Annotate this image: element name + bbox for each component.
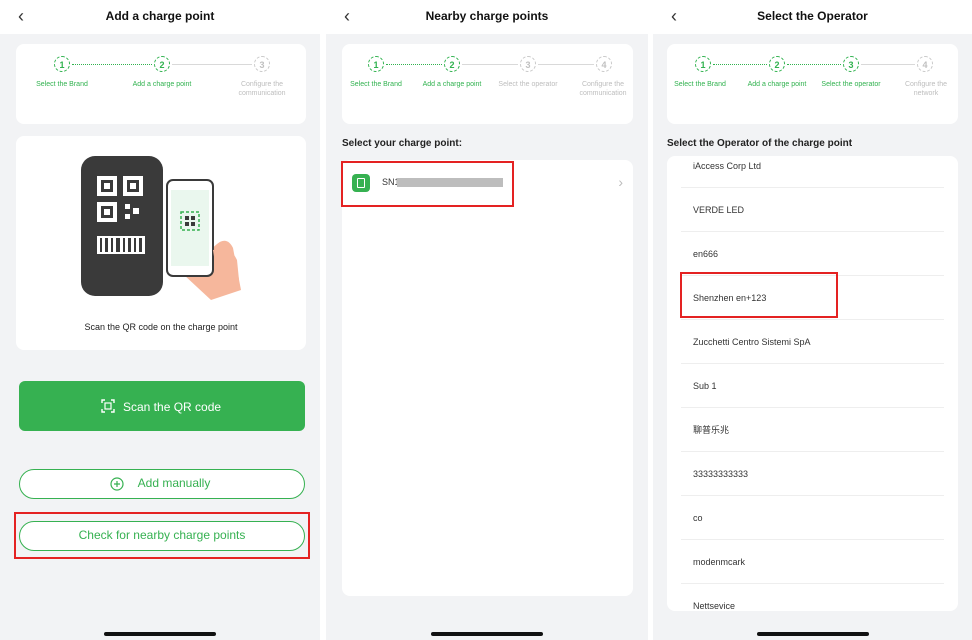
operator-item[interactable]: 聊普乐兆 bbox=[681, 408, 944, 452]
step-3-label: Select the operator bbox=[498, 81, 558, 88]
qr-scan-card: Scan the QR code on the charge point bbox=[16, 136, 306, 350]
step-1-label: Select the Brand bbox=[674, 81, 726, 88]
step-connector bbox=[172, 64, 252, 65]
step-connector bbox=[713, 64, 767, 65]
operator-item[interactable]: Nettsevice bbox=[681, 584, 944, 611]
step-2-label: Add a charge point bbox=[132, 81, 192, 88]
highlight-box bbox=[14, 512, 310, 559]
step-1-label: Select the Brand bbox=[350, 81, 402, 88]
step-1-icon: 1 bbox=[54, 56, 70, 72]
header: ‹ Select the Operator bbox=[653, 0, 972, 34]
home-indicator bbox=[757, 632, 869, 636]
operator-item[interactable]: VERDE LED bbox=[681, 188, 944, 232]
screen-nearby-charge-points: ‹ Nearby charge points 1 2 3 4 Select th… bbox=[326, 0, 648, 640]
header: ‹ Add a charge point bbox=[0, 0, 320, 34]
chevron-right-icon: › bbox=[618, 174, 623, 190]
operator-item[interactable]: co bbox=[681, 496, 944, 540]
back-arrow-icon[interactable]: ‹ bbox=[671, 6, 677, 26]
home-indicator bbox=[431, 632, 543, 636]
plus-circle-icon bbox=[110, 477, 124, 491]
step-indicator: 1 2 3 4 Select the Brand Add a charge po… bbox=[667, 44, 958, 124]
page-title: Select the Operator bbox=[757, 9, 868, 23]
step-4-icon: 4 bbox=[596, 56, 612, 72]
scan-caption: Scan the QR code on the charge point bbox=[84, 322, 238, 332]
operator-item[interactable]: en666 bbox=[681, 232, 944, 276]
step-2-label: Add a charge point bbox=[422, 81, 482, 88]
scan-icon bbox=[101, 399, 115, 413]
add-manually-button[interactable]: Add manually bbox=[19, 469, 305, 499]
charge-point-list: SN1( › bbox=[342, 160, 633, 596]
page-title: Nearby charge points bbox=[425, 9, 549, 23]
step-3-icon: 3 bbox=[520, 56, 536, 72]
step-connector bbox=[861, 64, 915, 65]
highlight-box bbox=[680, 272, 838, 318]
step-3-icon: 3 bbox=[843, 56, 859, 72]
operator-list: iAccess Corp Ltd VERDE LED en666 Shenzhe… bbox=[667, 156, 958, 611]
add-manually-label: Add manually bbox=[137, 476, 211, 490]
step-connector bbox=[72, 64, 152, 65]
step-4-icon: 4 bbox=[917, 56, 933, 72]
operator-item[interactable]: modenmcark bbox=[681, 540, 944, 584]
step-1-label: Select the Brand bbox=[36, 81, 88, 88]
step-indicator: 1 2 3 4 Select the Brand Add a charge po… bbox=[342, 44, 633, 124]
home-indicator bbox=[104, 632, 216, 636]
qr-scan-illustration-icon bbox=[81, 156, 241, 300]
step-4-label: Configure the network bbox=[904, 81, 948, 97]
section-label: Select your charge point: bbox=[342, 138, 463, 149]
operator-item[interactable]: iAccess Corp Ltd bbox=[681, 156, 944, 188]
operator-item[interactable]: Zucchetti Centro Sistemi SpA bbox=[681, 320, 944, 364]
screen-add-charge-point: ‹ Add a charge point 1 2 3 Select the Br… bbox=[0, 0, 320, 640]
step-3-icon: 3 bbox=[254, 56, 270, 72]
step-connector bbox=[538, 64, 594, 65]
step-1-icon: 1 bbox=[695, 56, 711, 72]
step-3-label: Configure the communication bbox=[238, 81, 286, 97]
step-2-icon: 2 bbox=[154, 56, 170, 72]
step-3-label: Select the operator bbox=[821, 81, 881, 88]
step-connector bbox=[462, 64, 518, 65]
step-connector bbox=[787, 64, 841, 65]
back-arrow-icon[interactable]: ‹ bbox=[18, 6, 24, 26]
back-arrow-icon[interactable]: ‹ bbox=[344, 6, 350, 26]
section-label: Select the Operator of the charge point bbox=[667, 138, 853, 149]
step-4-label: Configure the communication bbox=[579, 81, 627, 97]
step-indicator: 1 2 3 Select the Brand Add a charge poin… bbox=[16, 44, 306, 124]
step-2-label: Add a charge point bbox=[747, 81, 807, 88]
operator-item[interactable]: 33333333333 bbox=[681, 452, 944, 496]
screen-select-operator: ‹ Select the Operator 1 2 3 4 Select the… bbox=[653, 0, 972, 640]
scan-qr-button[interactable]: Scan the QR code bbox=[19, 381, 305, 431]
step-1-icon: 1 bbox=[368, 56, 384, 72]
step-connector bbox=[386, 64, 442, 65]
step-2-icon: 2 bbox=[769, 56, 785, 72]
page-title: Add a charge point bbox=[105, 9, 215, 23]
operator-item[interactable]: Sub 1 bbox=[681, 364, 944, 408]
scan-qr-label: Scan the QR code bbox=[123, 400, 222, 414]
highlight-box bbox=[341, 161, 514, 207]
header: ‹ Nearby charge points bbox=[326, 0, 648, 34]
step-2-icon: 2 bbox=[444, 56, 460, 72]
